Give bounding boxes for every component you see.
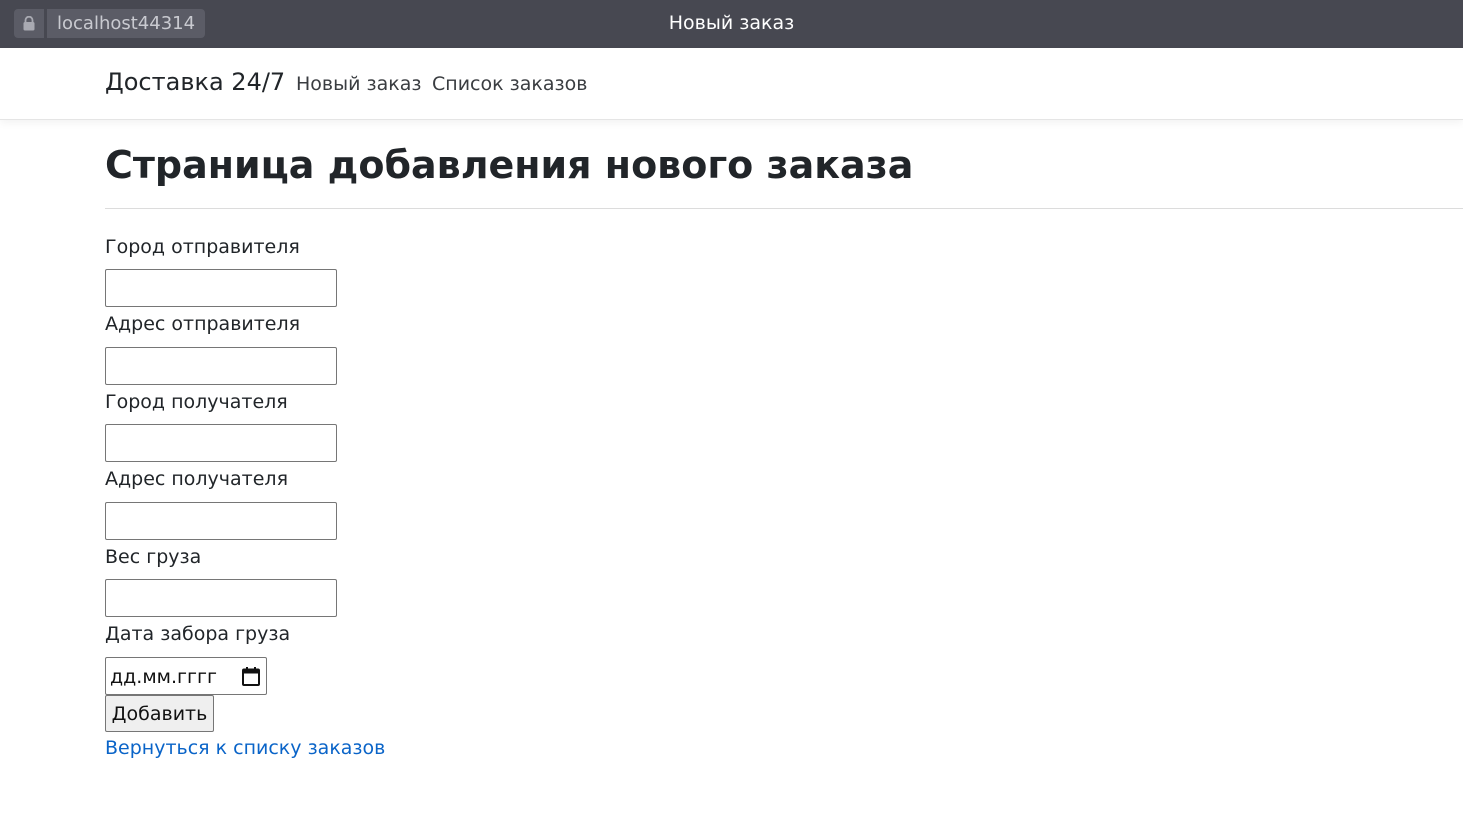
back-to-orders-link[interactable]: Вернуться к списку заказов <box>105 737 385 759</box>
nav-link-new-order[interactable]: Новый заказ <box>296 73 421 95</box>
recipient-city-label: Город получателя <box>105 391 288 413</box>
sender-address-label: Адрес отправителя <box>105 313 301 335</box>
sender-address-input[interactable] <box>105 347 337 385</box>
recipient-city-input[interactable] <box>105 424 337 462</box>
sender-city-input[interactable] <box>105 269 337 307</box>
calendar-icon[interactable] <box>242 667 260 690</box>
pickup-date-label: Дата забора груза <box>105 623 291 645</box>
sender-city-label: Город отправителя <box>105 236 300 258</box>
navbar: Доставка 24/7 Новый заказ Список заказов <box>0 48 1463 120</box>
recipient-address-label: Адрес получателя <box>105 468 289 490</box>
nav-link-orders-list[interactable]: Список заказов <box>432 73 587 95</box>
date-placeholder: дд.мм.гггг <box>110 666 217 688</box>
page-title: Страница добавления нового заказа <box>105 143 914 187</box>
recipient-address-input[interactable] <box>105 502 337 540</box>
title-divider <box>105 208 1463 209</box>
browser-titlebar: localhost44314 Новый заказ <box>0 0 1463 48</box>
cargo-weight-input[interactable] <box>105 579 337 617</box>
window-title: Новый заказ <box>668 12 795 34</box>
cargo-weight-label: Вес груза <box>105 546 202 568</box>
pickup-date-input[interactable]: дд.мм.гггг <box>105 657 267 695</box>
brand-link[interactable]: Доставка 24/7 <box>105 68 285 96</box>
add-order-button[interactable]: Добавить <box>105 695 214 732</box>
